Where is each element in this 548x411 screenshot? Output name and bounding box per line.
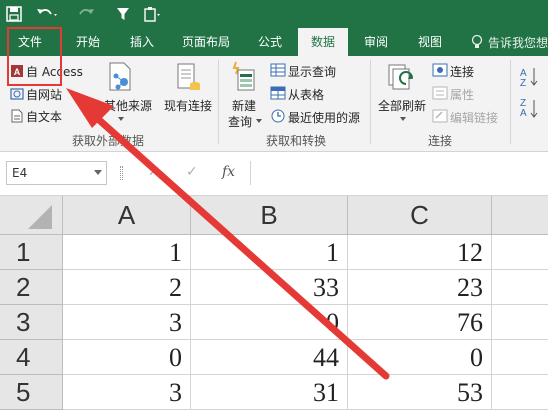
from-access-button[interactable]: 自 Access [26, 63, 83, 80]
properties-icon [432, 86, 448, 100]
tab-page-layout[interactable]: 页面布局 [174, 28, 238, 56]
other-sources-icon [109, 62, 131, 91]
row-header[interactable]: 2 [0, 270, 63, 305]
row-header[interactable]: 1 [0, 235, 63, 270]
refresh-all-icon [388, 64, 413, 90]
cell-c3[interactable]: 76 [348, 305, 492, 340]
new-query-icon [232, 61, 255, 91]
existing-connections-button[interactable]: 现有连接 [164, 97, 212, 114]
chevron-down-icon [118, 117, 124, 121]
save-icon[interactable] [6, 0, 22, 28]
web-icon [10, 88, 24, 100]
insert-function-button[interactable]: fx [222, 164, 235, 180]
tab-home[interactable]: 开始 [68, 28, 108, 56]
cell-d1[interactable] [492, 235, 548, 270]
row-header[interactable]: 3 [0, 305, 63, 340]
name-box-value: E4 [12, 166, 28, 180]
existing-connections-icon [177, 63, 200, 90]
connections-icon [432, 63, 448, 77]
tab-review[interactable]: 审阅 [356, 28, 396, 56]
redo-icon [76, 0, 98, 28]
cell-d2[interactable] [492, 270, 548, 305]
formula-input[interactable] [250, 161, 548, 185]
cell-a3[interactable]: 3 [63, 305, 191, 340]
confirm-icon: ✓ [186, 164, 198, 180]
column-header-a[interactable]: A [63, 196, 191, 235]
cancel-icon: ✕ [148, 164, 160, 180]
column-header-b[interactable]: B [191, 196, 348, 235]
cell-d3[interactable] [492, 305, 548, 340]
refresh-all-button[interactable]: 全部刷新 [378, 97, 426, 114]
row-header[interactable]: 4 [0, 340, 63, 375]
other-sources-button[interactable]: 自其他来源 [92, 97, 152, 114]
svg-text:A: A [14, 67, 21, 77]
tab-data[interactable]: 数据 [298, 28, 348, 56]
cell-c5[interactable]: 53 [348, 375, 492, 410]
group-label-external-data: 获取外部数据 [72, 134, 145, 148]
group-label-connections: 连接 [428, 134, 453, 148]
tab-view[interactable]: 视图 [410, 28, 450, 56]
recent-sources-button[interactable]: 最近使用的源 [288, 109, 360, 126]
connections-button[interactable]: 连接 [450, 63, 474, 80]
cell-a5[interactable]: 3 [63, 375, 191, 410]
group-label-get-transform: 获取和转换 [266, 134, 327, 148]
cell-b2[interactable]: 33 [191, 270, 348, 305]
edit-links-button: 编辑链接 [450, 111, 499, 125]
access-icon: A [11, 65, 23, 77]
chevron-down-icon[interactable] [94, 170, 102, 175]
cell-d4[interactable] [492, 340, 548, 375]
name-box[interactable]: E4 [6, 161, 107, 185]
sort-icon[interactable]: AZZA [518, 64, 544, 124]
cell-a4[interactable]: 0 [63, 340, 191, 375]
new-query-button[interactable]: 查询 [228, 113, 252, 130]
svg-text:Z: Z [520, 78, 526, 89]
cell-b5[interactable]: 31 [191, 375, 348, 410]
column-header-c[interactable]: C [348, 196, 492, 235]
chevron-down-icon [256, 119, 262, 123]
show-queries-button[interactable]: 显示查询 [288, 63, 336, 80]
chevron-down-icon [400, 117, 406, 121]
from-table-icon [270, 86, 286, 100]
text-file-icon [11, 109, 23, 123]
cell-c1[interactable]: 12 [348, 235, 492, 270]
edit-links-icon [432, 109, 448, 123]
cell-a1[interactable]: 1 [63, 235, 191, 270]
resize-handle-icon[interactable] [120, 166, 123, 180]
row-header[interactable]: 5 [0, 375, 63, 410]
cell-b3[interactable]: 0 [191, 305, 348, 340]
ribbon-separator [218, 60, 219, 144]
cell-b1[interactable]: 1 [191, 235, 348, 270]
column-header-d[interactable] [492, 196, 548, 235]
lightbulb-icon [471, 34, 483, 48]
cell-d5[interactable] [492, 375, 548, 410]
cell-b4[interactable]: 44 [191, 340, 348, 375]
ribbon-separator [370, 60, 371, 144]
from-web-button[interactable]: 自网站 [26, 86, 62, 103]
ribbon-separator [510, 60, 511, 144]
new-query-label[interactable]: 新建 [232, 97, 256, 114]
undo-icon[interactable] [36, 0, 58, 28]
from-table-button[interactable]: 从表格 [288, 86, 324, 103]
filter-icon[interactable] [116, 0, 134, 28]
clipboard-icon[interactable] [143, 0, 163, 28]
tab-formulas[interactable]: 公式 [250, 28, 290, 56]
show-queries-icon [270, 63, 286, 77]
from-text-button[interactable]: 自文本 [26, 108, 62, 125]
cell-c4[interactable]: 0 [348, 340, 492, 375]
tell-me-box[interactable]: 告诉我您想 [470, 28, 548, 56]
cell-a2[interactable]: 2 [63, 270, 191, 305]
svg-text:A: A [520, 108, 527, 119]
recent-sources-icon [271, 109, 285, 123]
tab-insert[interactable]: 插入 [122, 28, 162, 56]
cell-c2[interactable]: 23 [348, 270, 492, 305]
properties-button: 属性 [450, 88, 475, 102]
tell-me-text: 告诉我您想 [488, 35, 548, 50]
select-all-corner[interactable] [0, 196, 63, 235]
tab-file[interactable]: 文件 [10, 28, 50, 56]
